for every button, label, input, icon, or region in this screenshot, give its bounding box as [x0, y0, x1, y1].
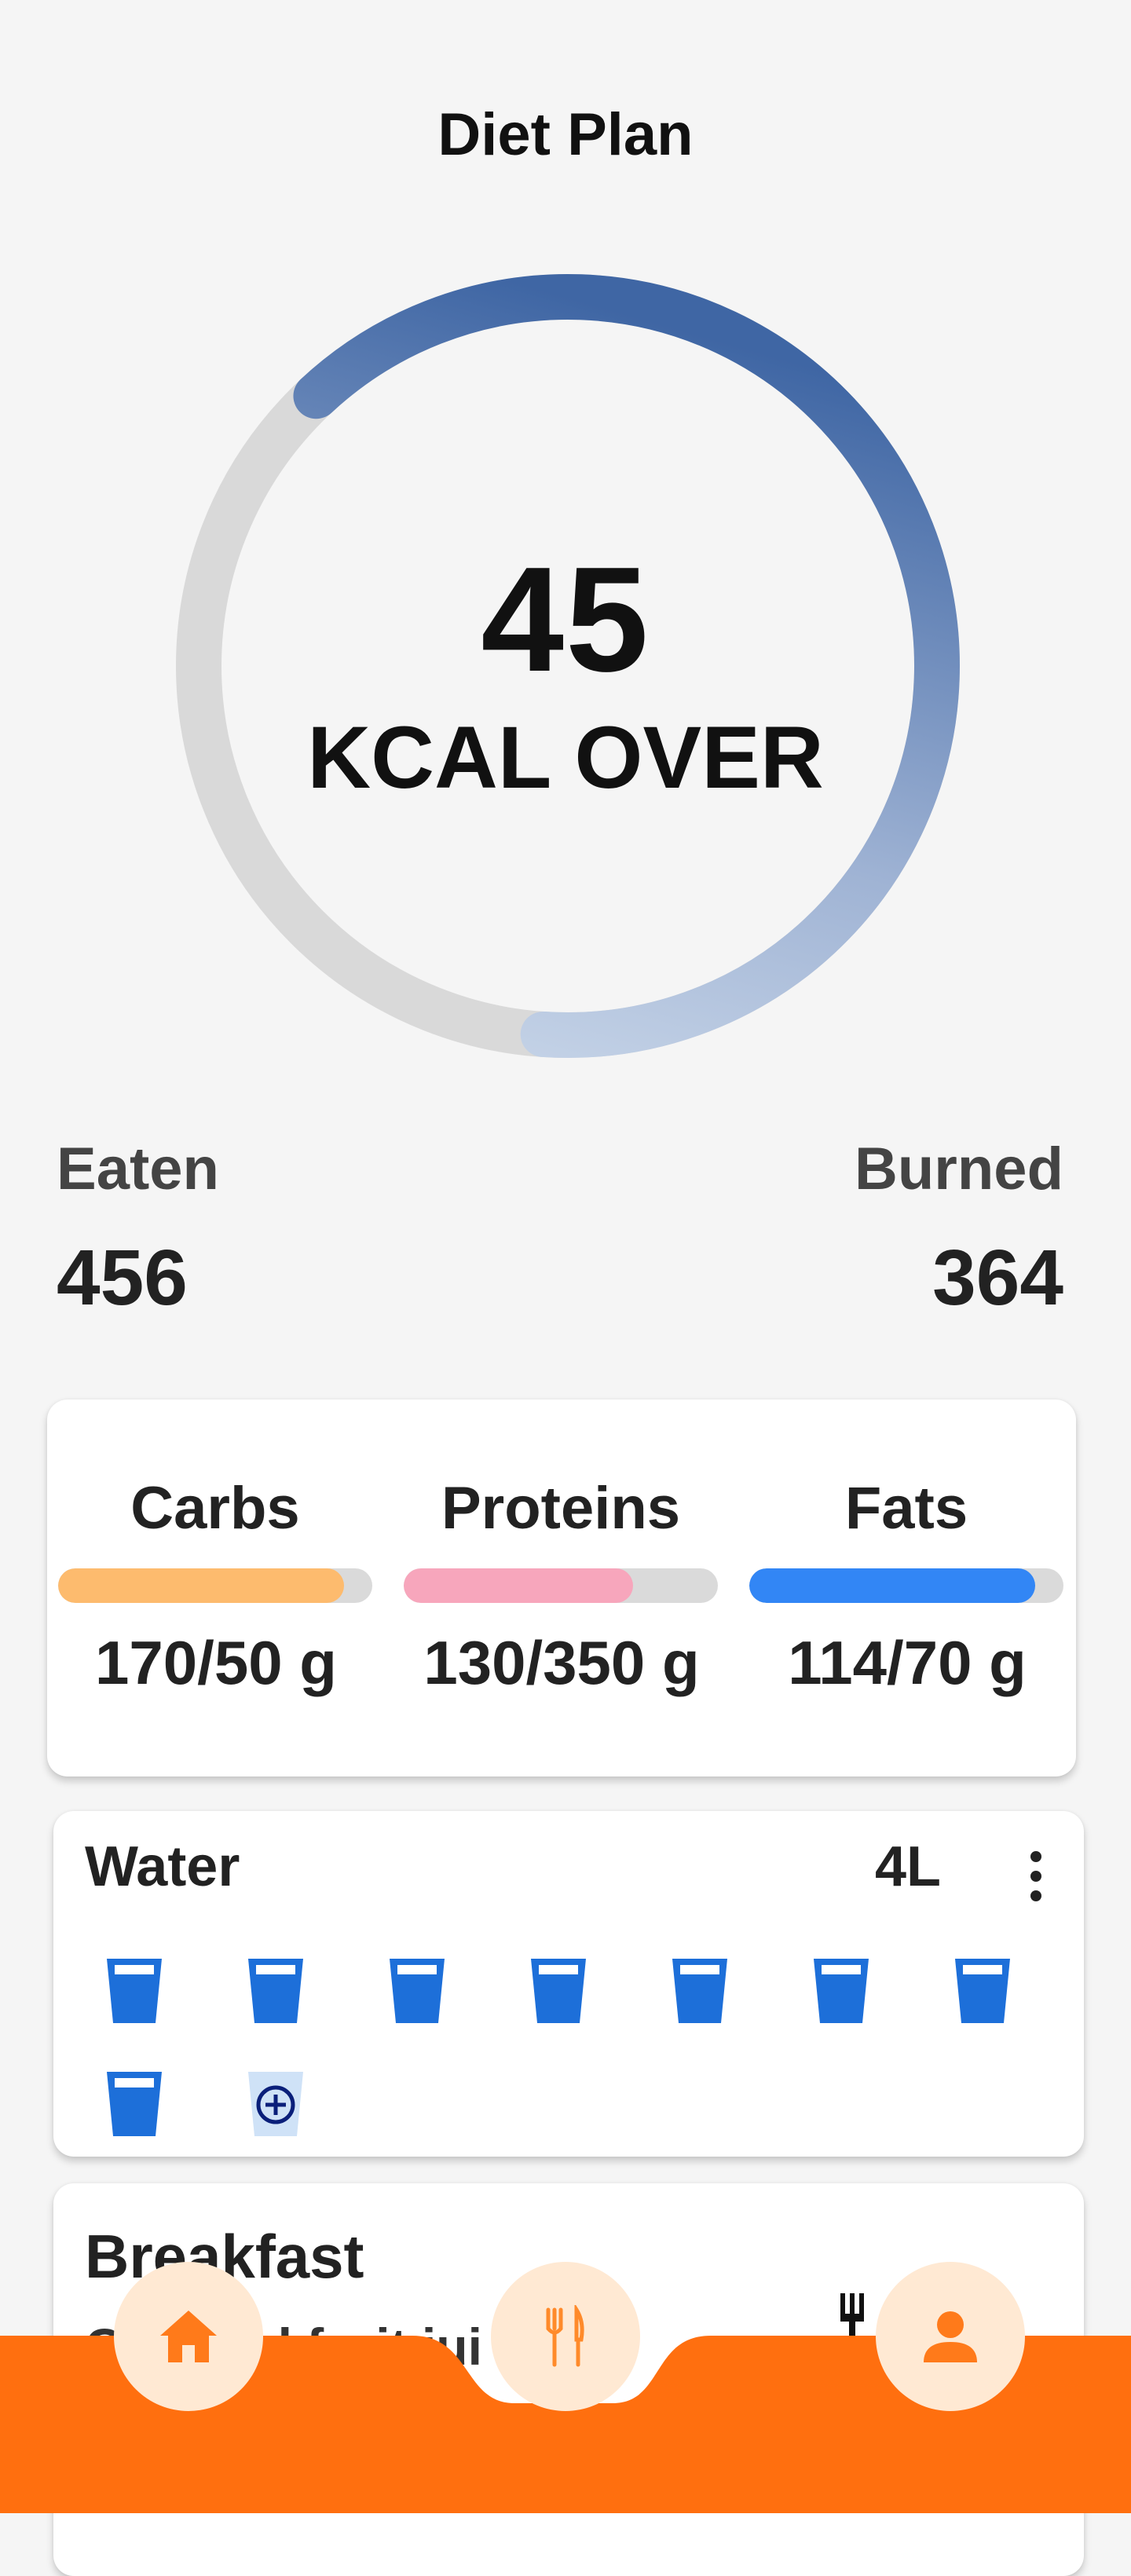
- macro-proteins-bar-fill: [404, 1568, 633, 1603]
- water-glass-icon[interactable]: [386, 1956, 448, 2026]
- nav-profile-button[interactable]: [876, 2262, 1025, 2411]
- water-glass-icon[interactable]: [811, 1956, 872, 2026]
- kcal-over-label: KCAL OVER: [307, 708, 824, 807]
- page-title: Diet Plan: [437, 101, 694, 168]
- water-title: Water: [85, 1835, 240, 1898]
- macro-carbs-bar-fill: [58, 1568, 344, 1603]
- water-glass-icon[interactable]: [528, 1956, 589, 2026]
- macro-carbs-title: Carbs: [130, 1475, 300, 1542]
- kcal-over-value: 45: [481, 536, 650, 703]
- macro-proteins-value: 130/350 g: [423, 1628, 700, 1697]
- macro-proteins-bar: [404, 1568, 718, 1603]
- macros-card: Carbs 170/50 g Proteins 130/350 g Fats 1…: [47, 1400, 1076, 1776]
- eaten-value: 456: [57, 1234, 188, 1322]
- macro-fats-title: Fats: [844, 1475, 968, 1542]
- macro-carbs-value: 170/50 g: [95, 1628, 337, 1697]
- water-amount: 4L: [875, 1835, 942, 1898]
- water-glass-icon[interactable]: [104, 1956, 165, 2026]
- macro-fats-bar-fill: [749, 1568, 1035, 1603]
- burned-value: 364: [932, 1234, 1063, 1322]
- macro-proteins-title: Proteins: [441, 1475, 681, 1542]
- water-card: Water 4L: [53, 1811, 1084, 2157]
- nav-home-button[interactable]: [114, 2262, 263, 2411]
- water-glass-icon[interactable]: [669, 1956, 730, 2026]
- fork-knife-icon: [546, 2305, 584, 2367]
- water-glass-icon[interactable]: [245, 1956, 306, 2026]
- macro-carbs-bar: [58, 1568, 372, 1603]
- person-icon: [924, 2311, 977, 2362]
- macro-fats-bar: [749, 1568, 1063, 1603]
- burned-label: Burned: [855, 1136, 1063, 1202]
- add-water-glass-icon[interactable]: [245, 2069, 306, 2139]
- nav-meals-button[interactable]: [491, 2262, 640, 2411]
- water-glass-icon[interactable]: [952, 1956, 1013, 2026]
- water-glass-icon[interactable]: [104, 2069, 165, 2139]
- home-icon: [160, 2311, 217, 2362]
- eaten-label: Eaten: [57, 1136, 219, 1202]
- more-vertical-icon[interactable]: [1024, 1849, 1048, 1904]
- macro-fats-value: 114/70 g: [788, 1628, 1027, 1697]
